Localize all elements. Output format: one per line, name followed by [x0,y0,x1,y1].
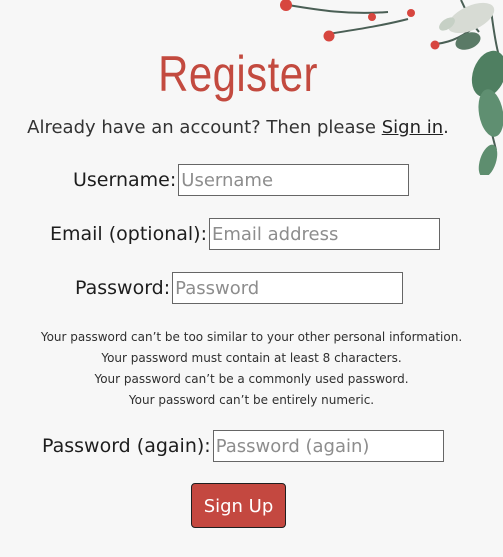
sign-in-link[interactable]: Sign in [382,117,443,138]
sign-in-prompt: Already have an account? Then please Sig… [0,116,476,140]
password-input[interactable] [172,272,404,304]
sign-in-prompt-period: . [443,117,449,138]
help-line-numeric: Your password can’t be entirely numeric. [128,393,375,407]
password-row: Password: [75,271,404,305]
sign-in-prompt-text: Already have an account? Then please [27,117,382,138]
help-line-length: Your password must contain at least 8 ch… [101,351,402,365]
email-row: Email (optional): [50,217,440,251]
sign-up-button[interactable]: Sign Up [191,483,286,528]
password-label: Password: [75,277,171,299]
page-title: Register [158,46,318,102]
password-again-input[interactable] [212,430,444,462]
password-again-label: Password (again): [42,435,211,457]
password-help-text: Your password can’t be too similar to yo… [0,327,503,411]
username-row: Username: [73,163,410,197]
password-again-row: Password (again): [42,429,444,463]
email-input[interactable] [208,218,440,250]
help-line-common: Your password can’t be a commonly used p… [94,372,409,386]
help-line-similarity: Your password can’t be too similar to yo… [40,330,463,344]
username-input[interactable] [178,164,410,196]
username-label: Username: [73,169,177,191]
email-label: Email (optional): [50,223,207,245]
